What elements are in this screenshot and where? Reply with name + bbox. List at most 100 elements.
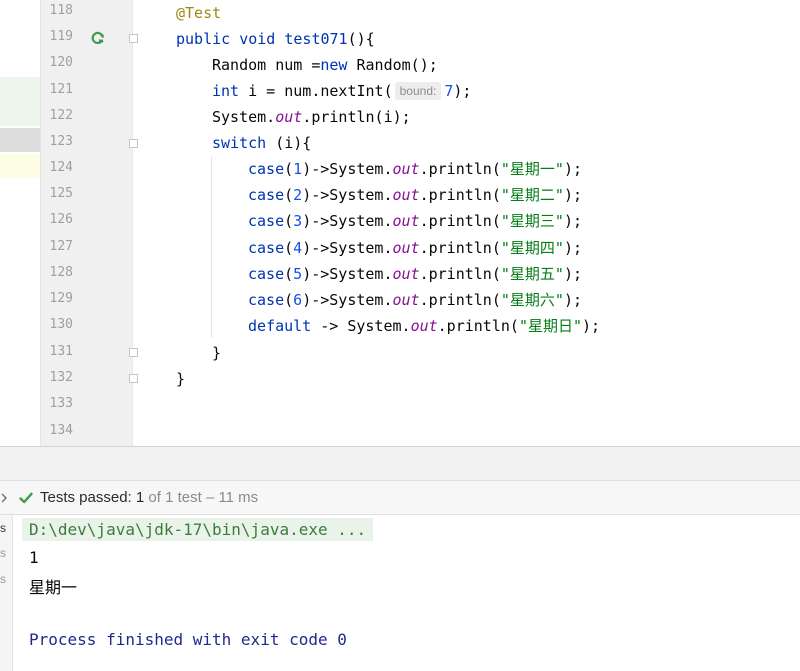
line-number: 127 [49,239,73,254]
line-number: 124 [49,160,73,175]
code-token: -> System. [311,317,411,335]
line-number: 121 [49,82,73,97]
keyword-token: case [248,291,285,309]
line-number: 132 [49,370,73,385]
code-line-127: case(4)->System.out.println("星期四"); [248,235,582,261]
line-number: 119 [49,29,73,44]
check-icon [19,492,33,504]
test-results-bar: Tests passed: 1 of 1 test – 11 ms [0,480,800,515]
string-token: "星期六" [500,291,564,309]
field-token: out [275,108,303,126]
keyword-token: default [248,317,312,335]
code-line-126: case(3)->System.out.println("星期三"); [248,208,582,234]
code-line-118: @Test [176,0,221,26]
code-line-129: case(6)->System.out.println("星期六"); [248,287,582,313]
code-token: .println( [419,212,501,230]
vcs-current-line-marker [0,154,40,178]
keyword-token: void [239,30,276,48]
string-token: "星期四" [500,239,564,257]
code-token: )->System. [302,291,393,309]
string-token: "星期二" [500,186,564,204]
vcs-modified-marker [0,128,40,152]
code-token: ); [563,265,582,283]
line-number: 122 [49,108,73,123]
code-token: ( [284,212,294,230]
code-token: )->System. [302,186,393,204]
code-token: .println( [419,291,501,309]
code-token: )->System. [302,265,393,283]
code-editor[interactable]: 118 119 120 121 122 123 124 125 126 127 … [0,0,800,446]
code-token: .println( [419,265,501,283]
keyword-token: case [248,160,285,178]
code-token: (){ [347,30,375,48]
line-number: 133 [49,396,73,411]
line-number: 131 [49,344,73,359]
keyword-token: new [320,56,348,74]
code-line-132: } [176,366,185,392]
code-token: System. [212,108,276,126]
console-side-mark: s [0,546,6,560]
code-token: i = num.nextInt( [239,82,393,100]
string-token: "星期日" [518,317,582,335]
string-token: "星期一" [500,160,564,178]
code-token: .println( [419,239,501,257]
number-token: 4 [293,239,303,257]
keyword-token: case [248,212,285,230]
code-line-125: case(2)->System.out.println("星期二"); [248,182,582,208]
number-token: 6 [293,291,303,309]
code-token: .println( [437,317,519,335]
tests-passed-label: Tests passed: [40,489,132,506]
vcs-change-strip [0,0,40,446]
code-token: ); [563,160,582,178]
console-toolbar-strip: s s s [0,515,13,671]
number-token: 5 [293,265,303,283]
code-line-128: case(5)->System.out.println("星期五"); [248,261,582,287]
code-line-131: } [212,340,221,366]
code-token: ( [284,239,294,257]
line-number-gutter: 118 119 120 121 122 123 124 125 126 127 … [40,0,138,446]
run-test-icon[interactable] [91,31,105,45]
code-area[interactable]: @Test public void test071(){ Random num … [134,0,800,446]
code-token: )->System. [302,160,393,178]
line-number: 123 [49,134,73,149]
code-token: )->System. [302,239,393,257]
code-token: ); [563,212,582,230]
console-command-line[interactable]: D:\dev\java\jdk-17\bin\java.exe ... [22,518,374,541]
code-line-121: int i = num.nextInt(bound: 7); [212,78,471,104]
line-number: 130 [49,317,73,332]
keyword-token: case [248,265,285,283]
tests-passed-count: 1 [135,489,145,506]
string-token: "星期三" [500,212,564,230]
tests-detail: of 1 test – 11 ms [148,489,259,506]
method-name-token: test071 [284,30,348,48]
code-token: ); [563,239,582,257]
parameter-hint: bound: [394,82,442,100]
line-number: 129 [49,291,73,306]
code-token: ); [563,186,582,204]
line-number: 125 [49,186,73,201]
line-number: 120 [49,55,73,70]
code-token: } [176,370,186,388]
console-side-mark: s [0,521,6,535]
console-output[interactable]: s s s D:\dev\java\jdk-17\bin\java.exe ..… [0,515,800,671]
keyword-token: public [176,30,231,48]
panel-splitter[interactable] [0,446,800,480]
console-exit-line: Process finished with exit code 0 [29,630,347,649]
chevron-right-icon[interactable] [0,492,8,504]
console-output-line: 1 [29,548,39,567]
keyword-token: case [248,186,285,204]
code-token: ( [284,265,294,283]
keyword-token: case [248,239,285,257]
code-token: ( [284,186,294,204]
line-number: 126 [49,212,73,227]
field-token: out [392,239,420,257]
number-token: 2 [293,186,303,204]
code-line-130: default -> System.out.println("星期日"); [248,313,600,339]
code-token: ( [284,291,294,309]
line-number: 128 [49,265,73,280]
code-token: ); [563,291,582,309]
code-token: ); [582,317,601,335]
field-token: out [392,186,420,204]
code-token: .println(i); [302,108,411,126]
code-token: Random(); [347,56,438,74]
